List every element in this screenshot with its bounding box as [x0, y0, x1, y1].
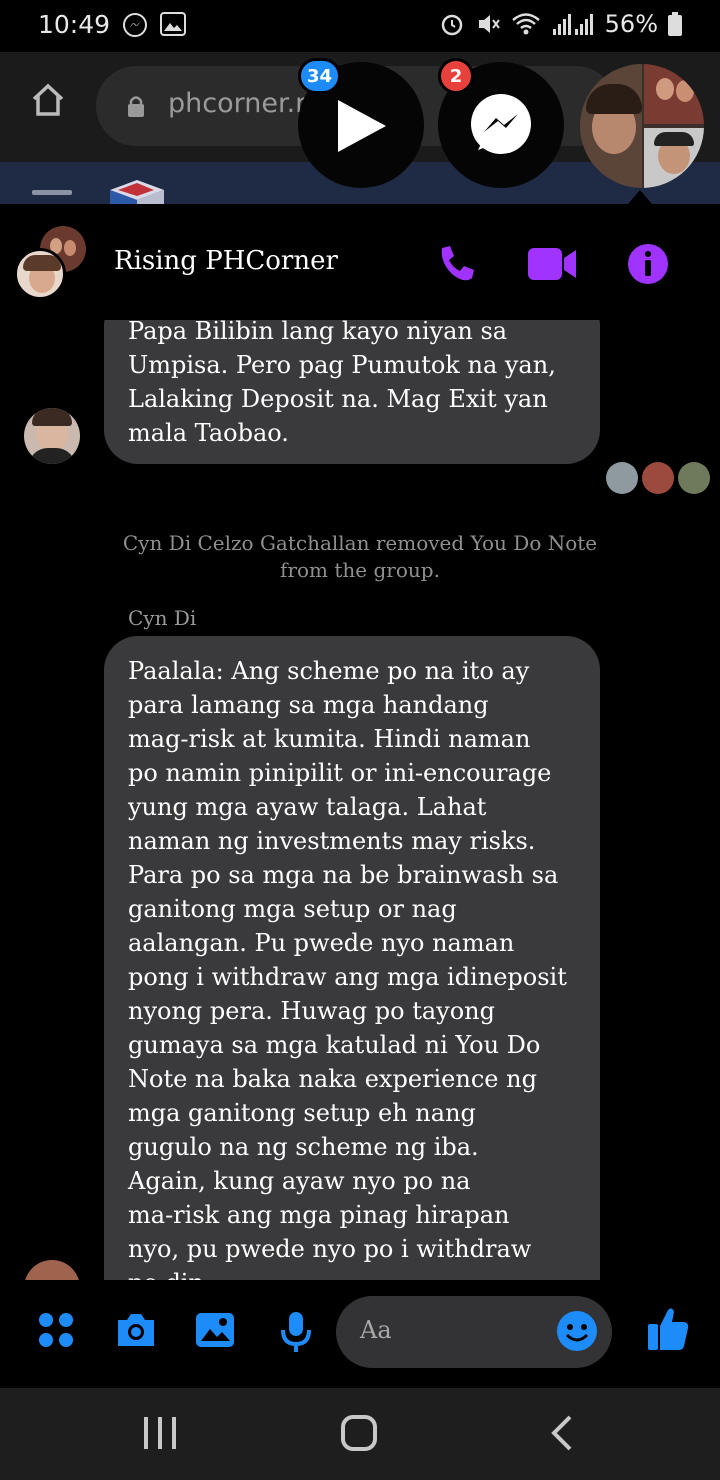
system-message: Cyn Di Celzo Gatchallan removed You Do N… [122, 531, 598, 582]
battery-icon [668, 12, 682, 36]
camera-icon[interactable] [114, 1310, 158, 1350]
avatar [644, 64, 704, 124]
avatar[interactable] [24, 408, 80, 464]
message-bubble[interactable]: Papa Bilibin lang kayo niyan sa Umpisa. … [104, 320, 600, 464]
composer-bar: Aa [0, 1280, 720, 1388]
video-chat-head[interactable]: 34 [298, 58, 424, 188]
chat-title[interactable]: Rising PHCorner [114, 246, 338, 276]
avatar [644, 128, 704, 188]
sender-name: Cyn Di [128, 606, 197, 630]
microphone-icon[interactable] [280, 1310, 312, 1354]
wifi-icon [511, 13, 540, 35]
info-icon[interactable] [626, 242, 670, 286]
more-apps-icon[interactable] [36, 1310, 76, 1350]
chat-head-pointer [628, 190, 652, 204]
chat-panel: Rising PHCorner Papa Bilibin lang kayo n… [0, 204, 720, 1388]
mute-icon [478, 15, 500, 33]
avatar [580, 64, 642, 188]
video-badge: 34 [298, 58, 342, 94]
message-input[interactable]: Aa [336, 1296, 612, 1368]
system-nav-bar [0, 1388, 720, 1480]
message-placeholder: Aa [360, 1316, 392, 1344]
seen-avatar [642, 462, 674, 494]
messenger-icon [123, 13, 147, 37]
avatar [14, 248, 66, 300]
seen-avatar [606, 462, 638, 494]
seen-avatar [678, 462, 710, 494]
battery-percent: 56% [604, 10, 658, 38]
back-icon[interactable] [548, 1414, 576, 1452]
status-bar: 10:49 56% [0, 0, 720, 52]
messenger-chat-head[interactable]: 2 [438, 58, 564, 188]
message-bubble[interactable]: Paalala: Ang scheme po na ito ay para la… [104, 636, 600, 1280]
group-chat-head[interactable] [580, 64, 704, 188]
url-text: phcorner.r [168, 88, 307, 119]
emoji-icon[interactable] [556, 1310, 598, 1352]
video-call-icon[interactable] [526, 242, 578, 286]
home-icon[interactable] [30, 82, 66, 118]
chat-header: Rising PHCorner [0, 204, 720, 320]
home-button-icon[interactable] [340, 1414, 378, 1452]
group-avatar[interactable] [14, 226, 90, 302]
web-menu-icon [32, 190, 72, 195]
like-thumb-icon[interactable] [646, 1304, 690, 1352]
messenger-badge: 2 [438, 58, 474, 94]
status-time: 10:49 [38, 10, 111, 39]
seen-indicators [606, 462, 710, 494]
alarm-icon [441, 14, 462, 36]
avatar[interactable] [24, 1260, 80, 1280]
gallery-icon [160, 12, 186, 36]
gallery-icon[interactable] [194, 1310, 236, 1350]
lock-icon [128, 96, 144, 117]
signal-icon [552, 14, 593, 35]
phone-call-icon[interactable] [434, 242, 478, 286]
message-list[interactable]: Papa Bilibin lang kayo niyan sa Umpisa. … [0, 320, 720, 1280]
recent-apps-icon[interactable] [142, 1414, 178, 1452]
